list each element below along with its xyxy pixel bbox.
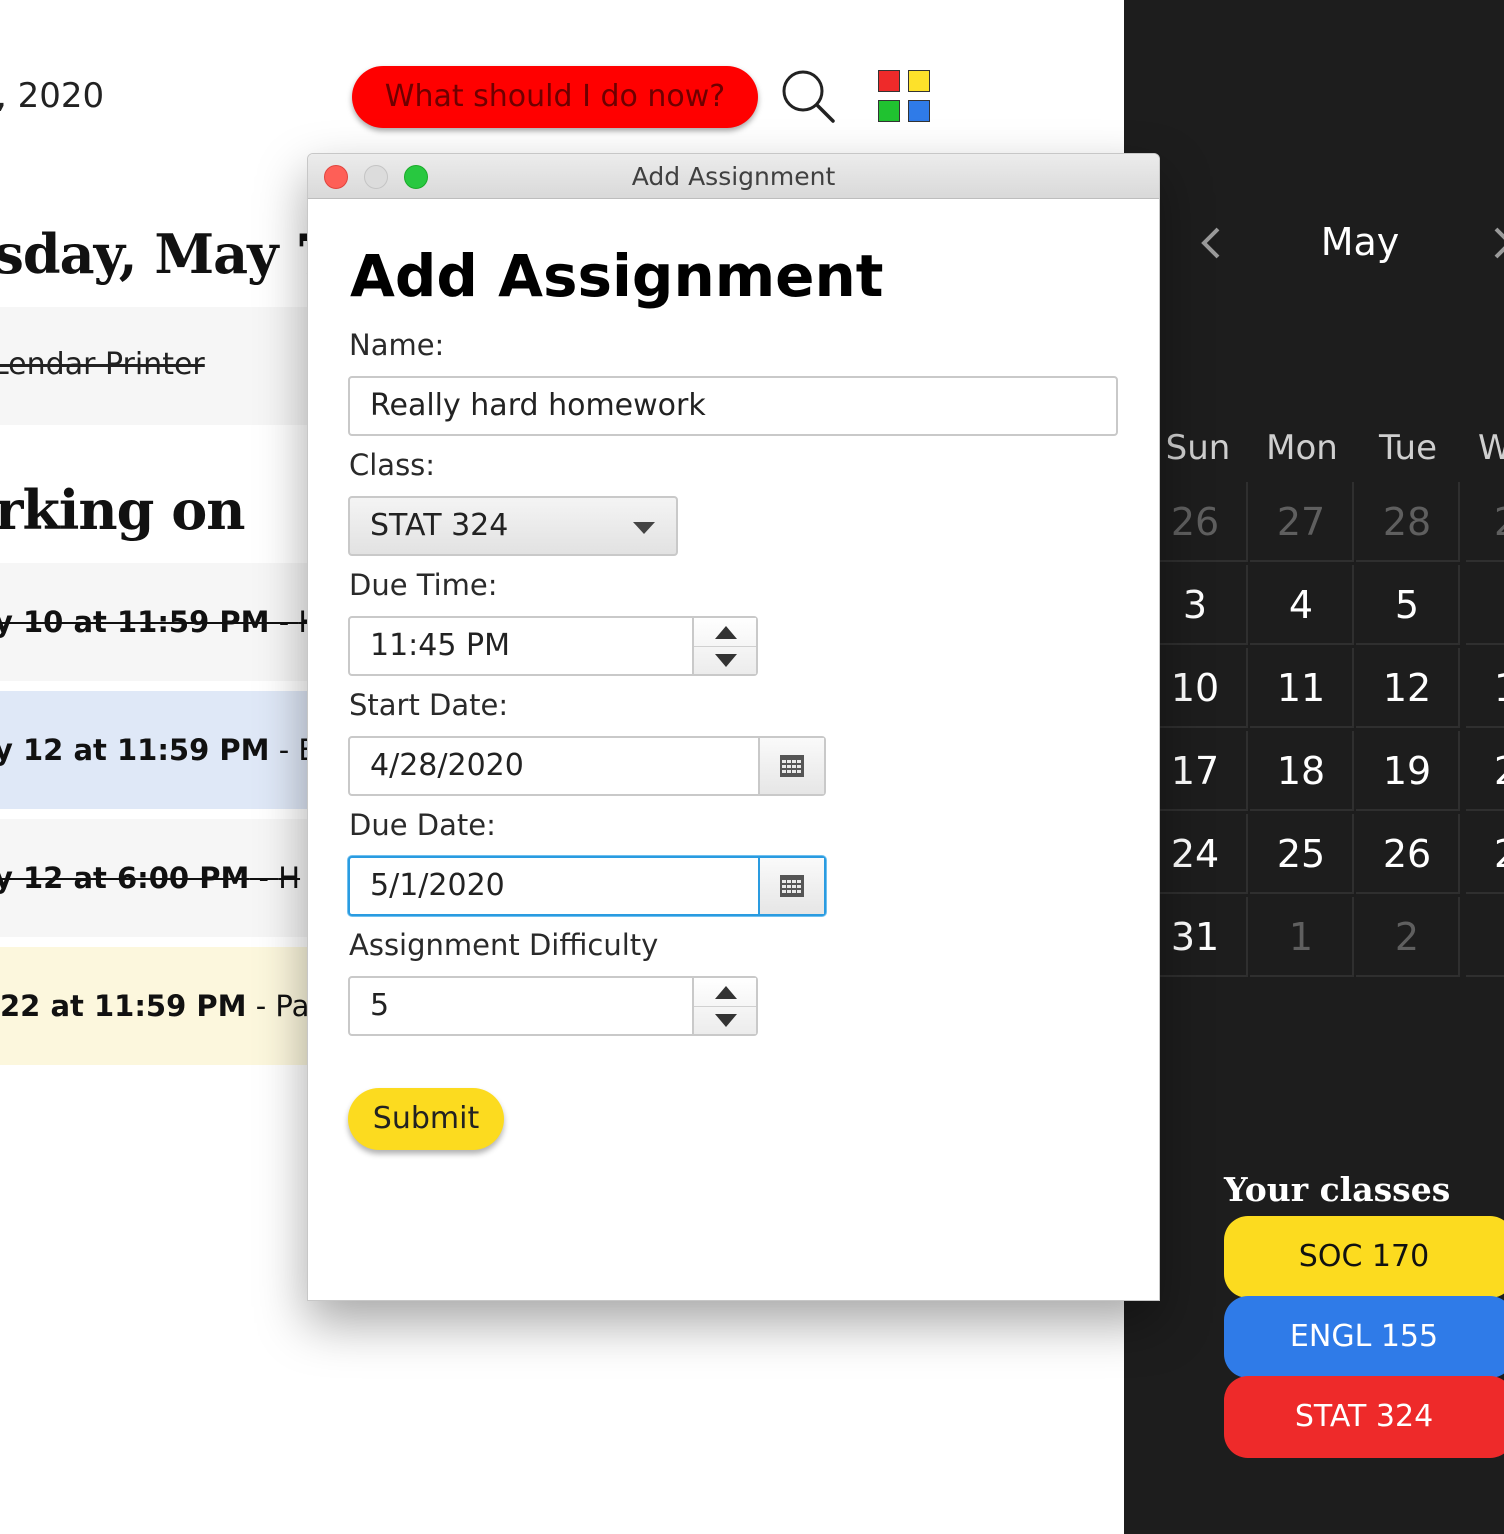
due-time-decrement-button[interactable] [694,646,756,675]
grid-square-green [878,100,900,122]
window-title: Add Assignment [631,162,836,191]
name-input[interactable]: Really hard homework [348,376,1118,436]
due-time-input[interactable]: 11:45 PM [348,616,758,676]
calendar-day[interactable]: 11 [1250,648,1354,728]
arrow-down-icon [715,1014,737,1027]
event-title: Lendar Printer [0,347,205,382]
task-text: y 10 at 11:59 PM - Ho [0,605,338,639]
due-date-label: Due Date: [349,808,496,842]
calendar-day[interactable]: 5 [1356,565,1460,645]
task-row[interactable]: y 12 at 11:59 PM - E [0,691,330,809]
task-separator: - [249,861,279,895]
start-date-value: 4/28/2020 [370,748,524,783]
class-select-value: STAT 324 [370,508,509,543]
chevron-left-icon[interactable] [1198,226,1226,260]
task-row[interactable]: y 10 at 11:59 PM - Ho [0,563,338,681]
difficulty-label: Assignment Difficulty [349,928,659,962]
weekday-header: Tue [1378,428,1438,468]
task-due: y 10 at 11:59 PM [0,605,270,639]
calendar-day[interactable]: 2 [1356,897,1460,977]
start-date-calendar-button[interactable] [758,738,824,794]
calendar-day[interactable]: 1 [1466,648,1504,728]
arrow-up-icon [715,986,737,999]
task-text: y 12 at 11:59 PM - E [0,733,317,767]
calendar-day[interactable]: 18 [1250,731,1354,811]
calendar-day[interactable]: 28 [1356,482,1460,562]
class-chip[interactable]: STAT 324 [1224,1376,1504,1458]
task-due: 22 at 11:59 PM [0,989,247,1023]
difficulty-input[interactable]: 5 [348,976,758,1036]
arrow-up-icon [715,626,737,639]
grid-square-yellow [908,70,930,92]
due-date-value: 5/1/2020 [370,868,505,903]
name-label: Name: [349,328,445,362]
chevron-down-icon [633,522,655,534]
task-row[interactable]: 22 at 11:59 PM - Pap [0,947,330,1065]
day-heading: rsday, May 7 [0,222,333,286]
difficulty-increment-button[interactable] [694,978,756,1006]
app-grid-icon[interactable] [878,70,932,124]
calendar-icon [780,755,804,777]
working-on-heading: orking on [0,478,245,542]
grid-square-red [878,70,900,92]
calendar-day[interactable]: 4 [1250,565,1354,645]
class-label: Class: [349,448,436,482]
task-title: H [278,861,301,895]
current-date: , 2020 [0,76,105,116]
due-date-input[interactable]: 5/1/2020 [348,856,826,916]
grid-square-blue [908,100,930,122]
task-separator: - [269,605,299,639]
task-row[interactable]: y 12 at 6:00 PM - H [0,819,330,937]
calendar-day[interactable]: 2 [1466,482,1504,562]
window-titlebar: Add Assignment [308,154,1159,199]
class-select[interactable]: STAT 324 [348,496,678,556]
calendar-day[interactable]: 2 [1466,814,1504,894]
month-label: May [1320,220,1400,264]
due-time-stepper [692,618,756,674]
due-date-calendar-button[interactable] [758,858,824,914]
calendar-day[interactable]: 2 [1466,731,1504,811]
start-date-label: Start Date: [349,688,509,722]
calendar-day[interactable]: 1 [1250,897,1354,977]
task-text: y 12 at 6:00 PM - H [0,861,300,895]
weekday-header: W [1478,428,1504,468]
class-chip[interactable]: ENGL 155 [1224,1296,1504,1378]
start-date-input[interactable]: 4/28/2020 [348,736,826,796]
what-should-i-do-now-button[interactable]: What should I do now? [352,66,758,128]
due-time-increment-button[interactable] [694,618,756,646]
task-separator: - [246,989,276,1023]
calendar-day[interactable]: 19 [1356,731,1460,811]
calendar-day[interactable]: 12 [1356,648,1460,728]
task-due: y 12 at 11:59 PM [0,733,270,767]
calendar-day[interactable] [1466,565,1504,645]
calendar-day[interactable]: 26 [1356,814,1460,894]
weekday-header: Mon [1266,428,1338,468]
weekday-header: Sun [1165,428,1231,468]
class-chip[interactable]: SOC 170 [1224,1216,1504,1298]
difficulty-decrement-button[interactable] [694,1006,756,1035]
due-time-value: 11:45 PM [370,628,510,663]
chevron-right-icon[interactable] [1490,226,1504,260]
calendar-icon [780,875,804,897]
dialog-heading: Add Assignment [350,242,884,310]
arrow-down-icon [715,654,737,667]
submit-button[interactable]: Submit [348,1088,504,1150]
difficulty-stepper [692,978,756,1034]
task-due: y 12 at 6:00 PM [0,861,250,895]
difficulty-value: 5 [370,988,390,1023]
calendar-day[interactable] [1466,897,1504,977]
calendar-day[interactable]: 27 [1250,482,1354,562]
your-classes-heading: Your classes [1224,1170,1451,1209]
task-separator: - [269,733,299,767]
add-assignment-dialog: Add Assignment Add Assignment Name: Real… [307,153,1160,1301]
due-time-label: Due Time: [349,568,498,602]
calendar-day[interactable]: 25 [1250,814,1354,894]
search-icon[interactable] [780,68,836,124]
task-text: 22 at 11:59 PM - Pap [0,989,328,1023]
